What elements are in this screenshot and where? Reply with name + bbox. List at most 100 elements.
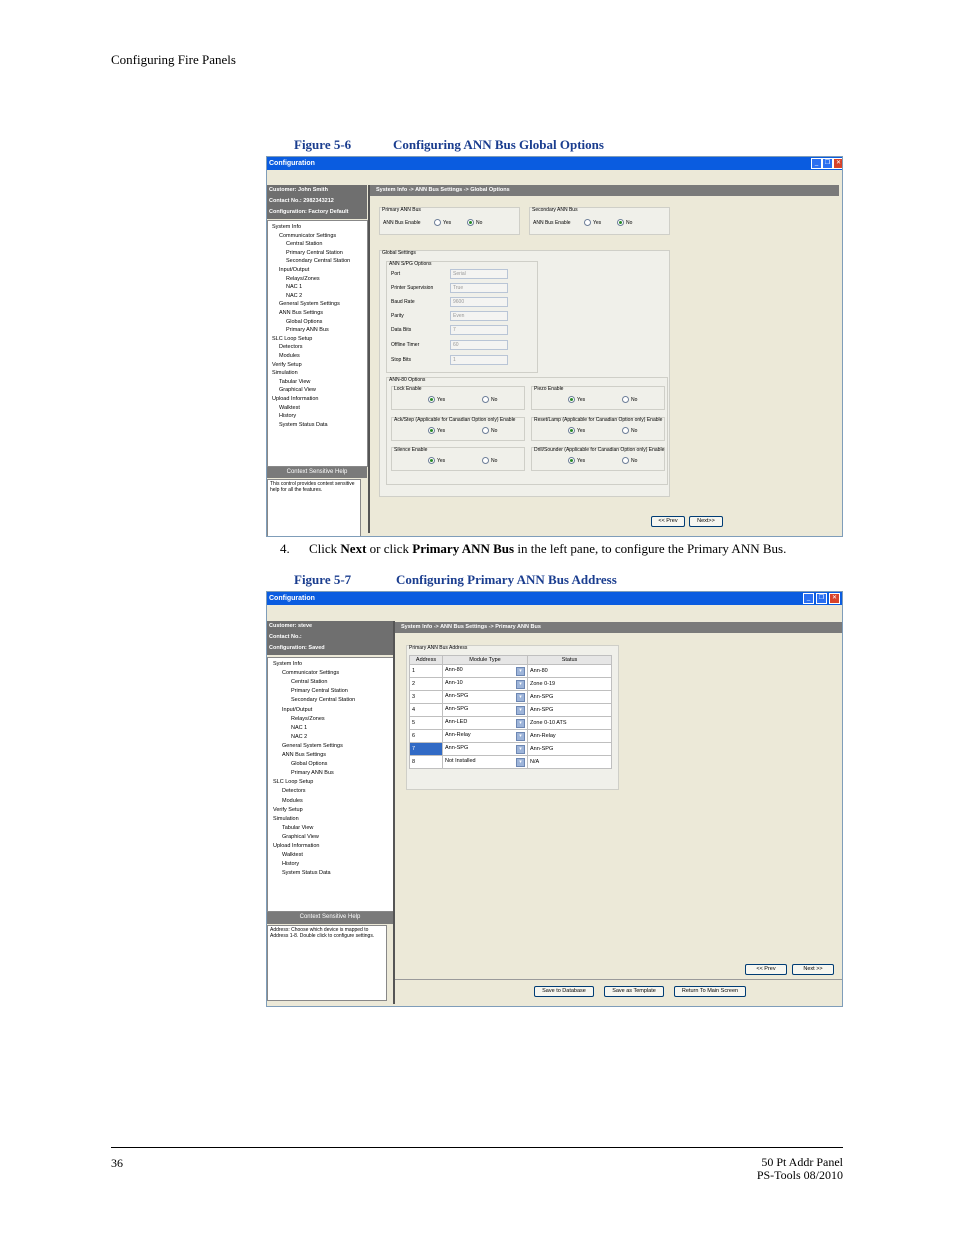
tree-item[interactable]: Input/Output [282,706,312,714]
module-type-select[interactable]: Ann-10 ▾ [442,677,528,691]
module-type-select[interactable]: Ann-LED ▾ [442,716,528,730]
tree-item[interactable]: Graphical View [279,386,316,394]
minimize-icon[interactable]: _ [803,593,814,604]
close-icon[interactable]: ✕ [833,158,842,169]
tree-item[interactable]: Primary ANN Bus [286,326,329,334]
baud-rate-select[interactable]: 9600 [450,297,508,307]
tree-item[interactable]: Communicator Settings [279,232,336,240]
tree-item[interactable]: Walktest [279,404,300,412]
tree-item[interactable]: NAC 2 [291,733,307,741]
module-type-select[interactable]: Not Installed ▾ [442,755,528,769]
navigation-tree[interactable]: System Info Communicator Settings Central … [267,657,394,912]
table-row[interactable]: 6 Ann-Relay ▾ Ann-Relay [409,729,612,743]
tree-item[interactable]: Primary ANN Bus [291,769,334,777]
module-type-select[interactable]: Ann-SPG ▾ [442,690,528,704]
restore-icon[interactable]: ❐ [822,158,833,169]
close-icon[interactable]: ✕ [829,593,840,604]
tree-item[interactable]: System Status Data [279,421,328,429]
tree-item[interactable]: Simulation [273,815,299,823]
ackstep-yes-radio[interactable] [428,427,435,434]
drill-yes-radio[interactable] [568,457,575,464]
lock-no-radio[interactable] [482,396,489,403]
stop-bits-select[interactable]: 1 [450,355,508,365]
tree-item[interactable]: Relays/Zones [286,275,320,283]
table-row[interactable]: 4 Ann-SPG ▾ Ann-SPG [409,703,612,717]
chevron-down-icon[interactable]: ▾ [516,718,525,728]
ackstep-no-radio[interactable] [482,427,489,434]
tree-item[interactable]: Graphical View [282,833,319,841]
next-button[interactable]: Next >> [792,964,834,975]
primary-no-radio[interactable] [467,219,474,226]
save-to-database-button[interactable]: Save to Database [534,986,594,997]
tree-item[interactable]: Primary Central Station [286,249,343,257]
chevron-down-icon[interactable]: ▾ [516,757,525,767]
tree-item[interactable]: Secondary Central Station [286,257,350,265]
tree-item[interactable]: System Info [273,660,302,668]
tree-item[interactable]: Upload Information [272,395,318,403]
tree-item[interactable]: Modules [279,352,300,360]
parity-select[interactable]: Even [450,311,508,321]
tree-item[interactable]: Walktest [282,851,303,859]
tree-item[interactable]: Global Options [286,318,322,326]
table-row[interactable]: 7 Ann-SPG ▾ Ann-SPG [409,742,612,756]
tree-item[interactable]: ANN Bus Settings [279,309,323,317]
prev-button[interactable]: << Prev [745,964,787,975]
tree-item[interactable]: General System Settings [282,742,343,750]
silence-no-radio[interactable] [482,457,489,464]
tree-item[interactable]: Secondary Central Station [291,696,355,704]
chevron-down-icon[interactable]: ▾ [516,731,525,741]
tree-item[interactable]: NAC 2 [286,292,302,300]
tree-item[interactable]: Upload Information [273,842,319,850]
offline-timer-input[interactable]: 60 [450,340,508,350]
table-row[interactable]: 2 Ann-10 ▾ Zone 0-19 [409,677,612,691]
prev-button[interactable]: << Prev [651,516,685,527]
reset-no-radio[interactable] [622,427,629,434]
tree-item[interactable]: Central Station [286,240,322,248]
tree-item[interactable]: General System Settings [279,300,340,308]
reset-yes-radio[interactable] [568,427,575,434]
tree-item[interactable]: Global Options [291,760,327,768]
drill-no-radio[interactable] [622,457,629,464]
piezo-yes-radio[interactable] [568,396,575,403]
navigation-tree[interactable]: System Info Communicator Settings Central … [267,220,368,467]
tree-item[interactable]: Detectors [282,787,306,795]
tree-item[interactable]: NAC 1 [286,283,302,291]
tree-item[interactable]: History [282,860,299,868]
chevron-down-icon[interactable]: ▾ [516,692,525,702]
silence-yes-radio[interactable] [428,457,435,464]
tree-item[interactable]: Modules [282,797,303,805]
table-row[interactable]: 1 Ann-80 ▾ Ann-80 [409,664,612,678]
next-button[interactable]: Next>> [689,516,723,527]
chevron-down-icon[interactable]: ▾ [516,705,525,715]
tree-item[interactable]: Tabular View [279,378,310,386]
primary-yes-radio[interactable] [434,219,441,226]
tree-item[interactable]: ANN Bus Settings [282,751,326,759]
printer-supervision-select[interactable]: True [450,283,508,293]
table-row[interactable]: 3 Ann-SPG ▾ Ann-SPG [409,690,612,704]
chevron-down-icon[interactable]: ▾ [516,666,525,676]
tree-item[interactable]: NAC 1 [291,724,307,732]
table-row[interactable]: 5 Ann-LED ▾ Zone 0-10 ATS [409,716,612,730]
tree-item[interactable]: Verify Setup [272,361,302,369]
lock-yes-radio[interactable] [428,396,435,403]
tree-item[interactable]: Detectors [279,343,303,351]
chevron-down-icon[interactable]: ▾ [516,744,525,754]
tree-item[interactable]: Tabular View [282,824,313,832]
tree-item[interactable]: System Info [272,223,301,231]
module-type-select[interactable]: Ann-80 ▾ [442,664,528,678]
secondary-yes-radio[interactable] [584,219,591,226]
tree-item[interactable]: System Status Data [282,869,331,877]
port-select[interactable]: Serial [450,269,508,279]
module-type-select[interactable]: Ann-Relay ▾ [442,729,528,743]
piezo-no-radio[interactable] [622,396,629,403]
tree-item[interactable]: SLC Loop Setup [272,335,312,343]
tree-item[interactable]: History [279,412,296,420]
return-to-main-screen-button[interactable]: Return To Main Screen [674,986,746,997]
tree-item[interactable]: SLC Loop Setup [273,778,313,786]
save-as-template-button[interactable]: Save as Template [604,986,664,997]
tree-item[interactable]: Relays/Zones [291,715,325,723]
chevron-down-icon[interactable]: ▾ [516,679,525,689]
tree-item[interactable]: Central Station [291,678,327,686]
tree-item[interactable]: Simulation [272,369,298,377]
tree-item[interactable]: Verify Setup [273,806,303,814]
